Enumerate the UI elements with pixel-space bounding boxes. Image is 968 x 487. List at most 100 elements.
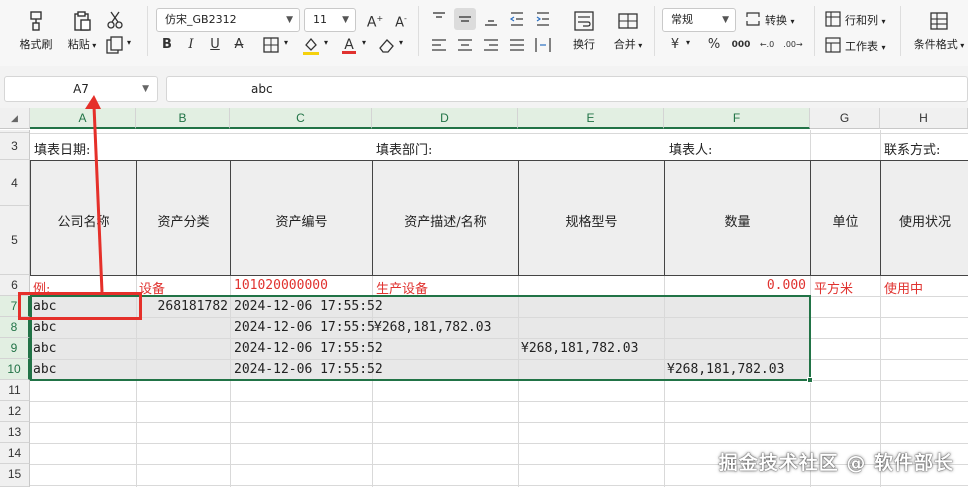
- align-left-icon[interactable]: [428, 34, 450, 56]
- eraser-icon[interactable]: [376, 34, 398, 56]
- format-painter-button[interactable]: 格式刷: [16, 10, 56, 52]
- indent-decrease-icon[interactable]: [506, 8, 528, 30]
- paste-label: 粘贴: [67, 38, 90, 51]
- row-header-8[interactable]: 8: [0, 317, 30, 338]
- example-unit[interactable]: 平方米: [814, 278, 853, 297]
- col-header-h[interactable]: H: [880, 108, 968, 129]
- conditional-format-button[interactable]: 条件格式 ▾: [910, 10, 968, 52]
- cell-a8[interactable]: abc: [33, 320, 56, 335]
- col-header-d[interactable]: D: [372, 108, 518, 129]
- thousands-icon[interactable]: 000: [730, 34, 752, 56]
- row-header-5[interactable]: 5: [0, 206, 30, 275]
- distributed-align-icon[interactable]: [532, 34, 554, 56]
- formula-input[interactable]: abc: [166, 76, 968, 102]
- italic-icon[interactable]: I: [180, 34, 202, 56]
- filler-label[interactable]: 填表人:: [669, 139, 712, 158]
- name-box[interactable]: A7 ▼: [4, 76, 158, 102]
- row-header-4[interactable]: 4: [0, 160, 30, 206]
- row-header-11[interactable]: 11: [0, 380, 30, 401]
- underline-icon[interactable]: U: [204, 34, 226, 56]
- align-middle-icon[interactable]: [454, 8, 476, 30]
- currency-icon[interactable]: ¥: [664, 34, 686, 56]
- fill-color-icon[interactable]: [300, 34, 322, 56]
- bold-icon[interactable]: B: [156, 34, 178, 56]
- cell-f10[interactable]: ¥268,181,782.03: [667, 362, 784, 377]
- spreadsheet-grid[interactable]: ◢ A B C D E F G H 3 4 5 6 7 8 9 10 11 12…: [0, 108, 968, 487]
- row-header-6[interactable]: 6: [0, 275, 30, 296]
- example-description[interactable]: 生产设备: [376, 278, 428, 297]
- font-size-select[interactable]: 11 ▼: [304, 8, 356, 32]
- font-color-dropdown-icon[interactable]: ▾: [362, 38, 366, 47]
- number-format-select[interactable]: 常规 ▼: [662, 8, 736, 32]
- brush-icon: [30, 11, 42, 31]
- paste-button[interactable]: 粘贴 ▾: [62, 10, 102, 52]
- cell-a10[interactable]: abc: [33, 362, 56, 377]
- cell-a9[interactable]: abc: [33, 341, 56, 356]
- row-header-15[interactable]: 15: [0, 464, 30, 487]
- col-header-b[interactable]: B: [136, 108, 230, 129]
- row-header-3[interactable]: 3: [0, 133, 30, 160]
- cell-c9[interactable]: 2024-12-06 17:55:52: [234, 341, 383, 356]
- rows-cols-icon[interactable]: [822, 8, 844, 30]
- cut-icon[interactable]: [104, 9, 126, 31]
- contact-label[interactable]: 联系方式:: [884, 139, 940, 158]
- example-asset-no[interactable]: 101020000000: [234, 278, 328, 293]
- decrease-decimal-icon[interactable]: .00→: [782, 34, 804, 56]
- row-header-7[interactable]: 7: [0, 296, 30, 317]
- decrease-font-icon[interactable]: A-: [390, 8, 412, 30]
- col-header-f[interactable]: F: [664, 108, 810, 129]
- convert-label[interactable]: 转换 ▾: [765, 12, 795, 28]
- increase-decimal-icon[interactable]: ←.0: [756, 34, 778, 56]
- border-icon[interactable]: [260, 34, 282, 56]
- example-quantity[interactable]: 0.000: [664, 278, 806, 293]
- percent-icon[interactable]: %: [703, 34, 725, 56]
- cell-b7[interactable]: 268181782: [136, 299, 228, 314]
- strikethrough-icon[interactable]: A: [228, 34, 250, 56]
- cell-c7[interactable]: 2024-12-06 17:55:52: [234, 299, 383, 314]
- cell-c10[interactable]: 2024-12-06 17:55:52: [234, 362, 383, 377]
- col-header-c[interactable]: C: [230, 108, 372, 129]
- col-header-g[interactable]: G: [810, 108, 880, 129]
- align-justify-icon[interactable]: [506, 34, 528, 56]
- row-header-12[interactable]: 12: [0, 401, 30, 422]
- currency-dropdown-icon[interactable]: ▾: [686, 38, 690, 47]
- row-header-14[interactable]: 14: [0, 443, 30, 464]
- font-name-select[interactable]: 仿宋_GB2312 ▼: [156, 8, 300, 32]
- example-label[interactable]: 例:: [33, 278, 50, 297]
- align-top-icon[interactable]: [428, 8, 450, 30]
- header-quantity: 数量: [724, 215, 751, 230]
- example-category[interactable]: 设备: [139, 278, 165, 297]
- convert-icon[interactable]: [742, 8, 764, 30]
- cell-c8[interactable]: 2024-12-06 17:55:52: [234, 320, 383, 335]
- align-bottom-icon[interactable]: [480, 8, 502, 30]
- row-header-10[interactable]: 10: [0, 359, 30, 380]
- align-center-icon[interactable]: [454, 34, 476, 56]
- fill-handle[interactable]: [807, 377, 813, 383]
- fill-date-label[interactable]: 填表日期:: [34, 139, 90, 158]
- border-dropdown-icon[interactable]: ▾: [284, 38, 288, 47]
- cell-a7[interactable]: abc: [33, 299, 56, 314]
- worksheet-label[interactable]: 工作表 ▾: [845, 38, 886, 54]
- copy-dropdown-icon[interactable]: ▾: [127, 38, 131, 47]
- row-header-9[interactable]: 9: [0, 338, 30, 359]
- rows-cols-label[interactable]: 行和列 ▾: [845, 12, 886, 28]
- fill-department-label[interactable]: 填表部门:: [376, 139, 432, 158]
- chevron-down-icon: ▼: [142, 84, 149, 94]
- increase-font-icon[interactable]: A+: [364, 8, 386, 31]
- wrap-text-button[interactable]: 换行: [564, 10, 604, 52]
- eraser-dropdown-icon[interactable]: ▾: [399, 38, 403, 47]
- merge-button[interactable]: 合并 ▾: [606, 10, 650, 52]
- row-header-13[interactable]: 13: [0, 422, 30, 443]
- cell-d8[interactable]: ¥268,181,782.03: [374, 320, 492, 335]
- font-color-icon[interactable]: A: [338, 34, 360, 56]
- copy-icon[interactable]: [104, 34, 126, 56]
- col-header-e[interactable]: E: [518, 108, 664, 129]
- align-right-icon[interactable]: [480, 34, 502, 56]
- select-all-corner[interactable]: ◢: [0, 108, 30, 129]
- example-status[interactable]: 使用中: [884, 278, 923, 297]
- col-header-a[interactable]: A: [30, 108, 136, 129]
- indent-increase-icon[interactable]: [532, 8, 554, 30]
- worksheet-icon[interactable]: [822, 34, 844, 56]
- fill-dropdown-icon[interactable]: ▾: [324, 38, 328, 47]
- cell-e9[interactable]: ¥268,181,782.03: [521, 341, 638, 356]
